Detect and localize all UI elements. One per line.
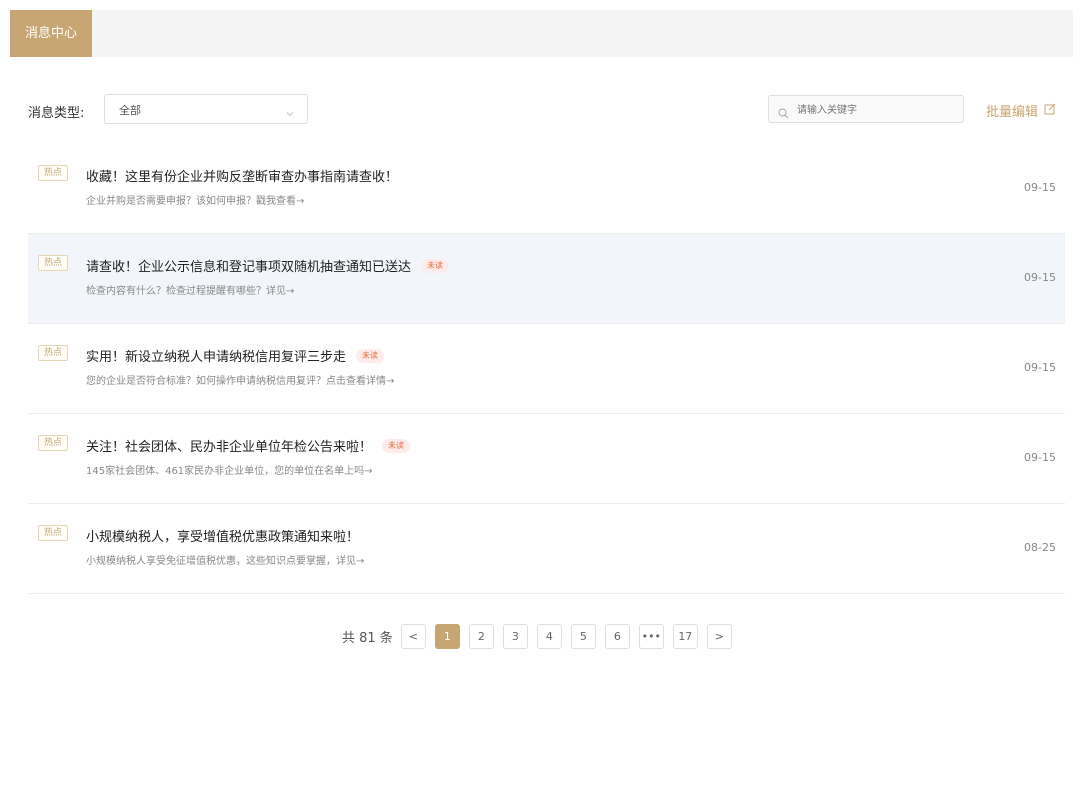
tab-message-center[interactable]: 消息中心 (10, 10, 92, 57)
message-title[interactable]: 收藏！这里有份企业并购反垄断审查办事指南请查收！ (86, 166, 398, 185)
chevron-down-icon (285, 104, 295, 123)
message-date: 09-15 (1024, 451, 1056, 464)
unread-badge: 未读 (421, 258, 450, 273)
page-button[interactable]: 1 (434, 624, 460, 649)
page-button[interactable]: 5 (570, 624, 596, 649)
message-type-select[interactable]: 全部 (104, 94, 308, 124)
message-subtitle[interactable]: 您的企业是否符合标准？如何操作申请纳税信用复评？点击查看详情→ (86, 372, 394, 387)
hot-tag: 热点 (38, 435, 68, 451)
hot-tag: 热点 (38, 165, 68, 181)
hot-tag: 热点 (38, 525, 68, 541)
message-date: 09-15 (1024, 361, 1056, 374)
message-title[interactable]: 请查收！企业公示信息和登记事项双随机抽查通知已送达 未读 (86, 256, 450, 275)
total-count: 共 81 条 (342, 631, 393, 646)
message-subtitle[interactable]: 检查内容有什么？检查过程提醒有哪些？详见→ (86, 282, 294, 297)
message-title-text: 请查收！企业公示信息和登记事项双随机抽查通知已送达 (86, 260, 412, 275)
page-button[interactable]: 6 (604, 624, 630, 649)
unread-badge: 未读 (382, 438, 411, 453)
page-button[interactable]: 4 (536, 624, 562, 649)
batch-edit-label: 批量编辑 (986, 105, 1039, 120)
message-row[interactable]: 热点 关注！社会团体、民办非企业单位年检公告来啦！ 未读 145家社会团体、461家民… (28, 414, 1065, 504)
message-row[interactable]: 热点 实用！新设立纳税人申请纳税信用复评三步走 未读您的企业是否符合标准？如何操作申… (28, 324, 1065, 414)
search-icon (778, 104, 789, 123)
next-page-button[interactable]: > (706, 624, 732, 649)
tab-bar: 消息中心 (10, 10, 1073, 57)
message-title-text: 实用！新设立纳税人申请纳税信用复评三步走 (86, 350, 347, 365)
message-row[interactable]: 热点 收藏！这里有份企业并购反垄断审查办事指南请查收！ 企业并购是否需要申报？该如何… (28, 144, 1065, 234)
message-date: 09-15 (1024, 181, 1056, 194)
message-title[interactable]: 关注！社会团体、民办非企业单位年检公告来啦！ 未读 (86, 436, 411, 455)
message-date: 09-15 (1024, 271, 1056, 284)
search-input[interactable] (795, 100, 959, 120)
unread-badge: 未读 (356, 348, 385, 363)
more-pages-button[interactable]: ••• (638, 624, 664, 649)
hot-tag: 热点 (38, 255, 68, 271)
search-box[interactable] (768, 95, 964, 123)
message-subtitle[interactable]: 企业并购是否需要申报？该如何申报？戳我查看→ (86, 192, 304, 207)
message-title-text: 小规模纳税人，享受增值税优惠政策通知来啦！ (86, 530, 360, 545)
message-type-label: 消息类型: (28, 106, 85, 121)
page-button[interactable]: 2 (468, 624, 494, 649)
page-button[interactable]: 3 (502, 624, 528, 649)
message-subtitle[interactable]: 145家社会团体、461家民办非企业单位，您的单位在名单上吗→ (86, 462, 373, 477)
page-button[interactable]: 17 (672, 624, 698, 649)
message-date: 08-25 (1024, 541, 1056, 554)
edit-icon (1044, 103, 1056, 119)
hot-tag: 热点 (38, 345, 68, 361)
pagination: 共 81 条 < 1 2 3 4 5 6 ••• 17 > (342, 624, 741, 649)
message-title-text: 关注！社会团体、民办非企业单位年检公告来啦！ (86, 440, 373, 455)
message-row[interactable]: 热点 请查收！企业公示信息和登记事项双随机抽查通知已送达 未读检查内容有什么？检查过… (28, 234, 1065, 324)
batch-edit-button[interactable]: 批量编辑 (986, 101, 1056, 120)
message-list: 热点 收藏！这里有份企业并购反垄断审查办事指南请查收！ 企业并购是否需要申报？该如何… (28, 144, 1065, 594)
message-title[interactable]: 小规模纳税人，享受增值税优惠政策通知来啦！ (86, 526, 359, 545)
message-title[interactable]: 实用！新设立纳税人申请纳税信用复评三步走 未读 (86, 346, 385, 365)
message-title-text: 收藏！这里有份企业并购反垄断审查办事指南请查收！ (86, 170, 399, 185)
message-type-selected-value: 全部 (119, 104, 141, 117)
message-subtitle[interactable]: 小规模纳税人享受免征增值税优惠，这些知识点要掌握，详见→ (86, 552, 364, 567)
message-row[interactable]: 热点 小规模纳税人，享受增值税优惠政策通知来啦！ 小规模纳税人享受免征增值税优惠，这… (28, 504, 1065, 594)
prev-page-button[interactable]: < (400, 624, 426, 649)
